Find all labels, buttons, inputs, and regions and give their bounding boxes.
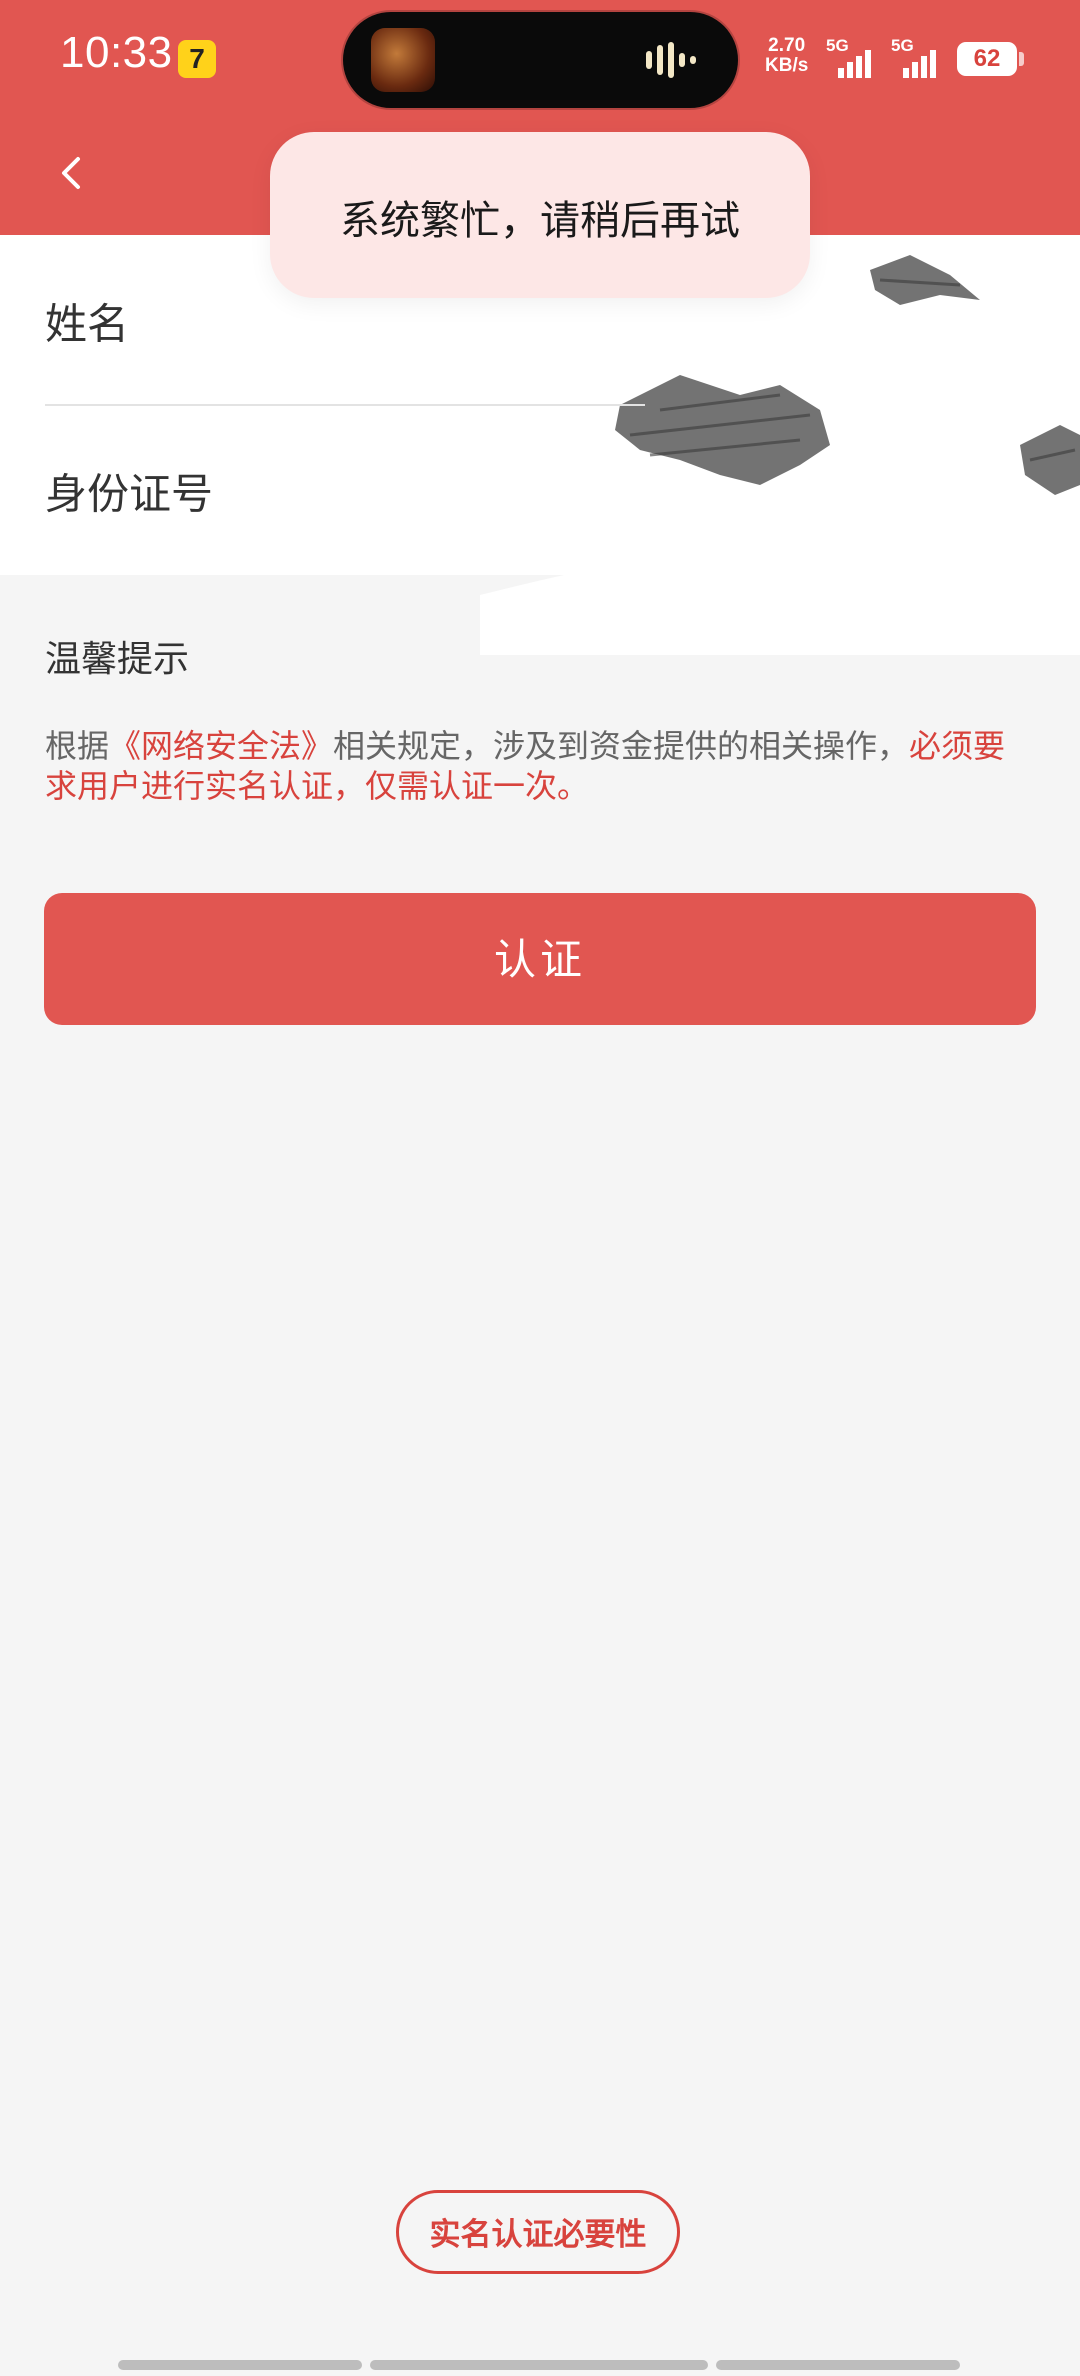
tips-middle: 相关规定，涉及到资金提供的相关操作， — [333, 727, 910, 765]
toast-popup: 系统繁忙，请稍后再试 — [270, 132, 810, 298]
nav-indicator-left — [118, 2360, 362, 2370]
law-name: 《网络安全法》 — [109, 727, 334, 765]
network-speed-unit: KB/s — [765, 55, 809, 76]
verification-necessity-button[interactable]: 实名认证必要性 — [396, 2190, 680, 2274]
battery-icon: 62 — [957, 42, 1017, 76]
dynamic-island[interactable] — [343, 12, 738, 108]
status-bar: 10:33 7 2.70 KB/s 5G 5G 62 — [0, 0, 1080, 120]
signal-sim1-icon: 5G — [826, 36, 886, 80]
audio-wave-icon — [646, 42, 708, 78]
id-number-field[interactable]: 身份证号 — [45, 406, 649, 578]
signal-sim2-icon: 5G — [891, 36, 951, 80]
verify-button[interactable]: 认证 — [44, 893, 1036, 1025]
tips-text: 根据《网络安全法》相关规定，涉及到资金提供的相关操作，必须要求用户进行实名认证，… — [45, 726, 1035, 806]
toast-message: 系统繁忙，请稍后再试 — [340, 198, 740, 244]
chevron-left-icon — [62, 157, 80, 189]
nav-indicator-middle — [370, 2360, 708, 2370]
id-number-input[interactable] — [45, 406, 649, 578]
nav-indicator-right — [716, 2360, 960, 2370]
media-thumbnail-icon — [371, 28, 435, 92]
network-speed: 2.70 KB/s — [765, 36, 808, 76]
status-time: 10:33 — [60, 28, 173, 77]
battery-tip — [1019, 52, 1024, 66]
app-notification-icon: 7 — [178, 40, 216, 78]
tips-title: 温馨提示 — [45, 639, 190, 680]
back-button[interactable] — [48, 145, 94, 201]
network-speed-value: 2.70 — [768, 35, 806, 56]
tips-prefix: 根据 — [45, 727, 110, 765]
